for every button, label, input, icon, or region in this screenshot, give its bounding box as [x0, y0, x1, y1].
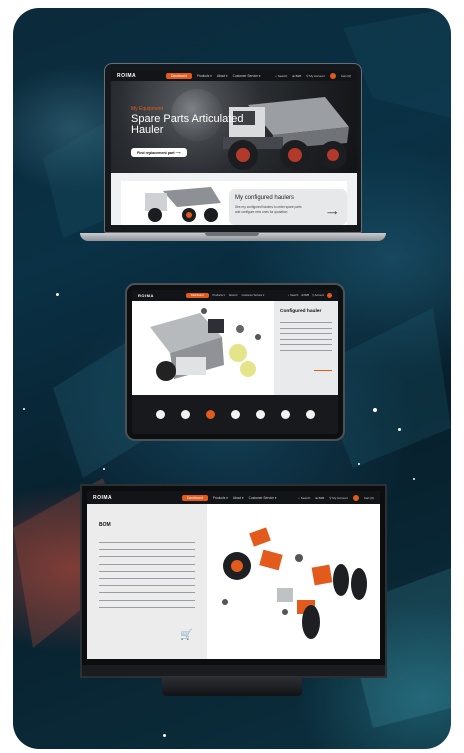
nav-right: ⌕ Search ⊞ B2B ⚲ My Account Cart (0) [298, 494, 374, 501]
configured-text: See my configured haulers to order spare… [235, 205, 302, 214]
cart-icon[interactable]: 🛒 [180, 630, 192, 641]
tablet-screen: ROIMA Dashboard Products ▾ About ▾ Custo… [132, 290, 338, 434]
sparkle [413, 478, 415, 480]
logo[interactable]: ROIMA [117, 73, 136, 79]
divider [99, 606, 195, 608]
nav-b2b[interactable]: ⊞ B2B [315, 496, 324, 500]
sparkle [163, 734, 166, 737]
nav-customer-service[interactable]: Customer Service ▾ [242, 294, 265, 297]
sparkle [56, 293, 59, 296]
nav-customer-service[interactable]: Customer Service ▾ [233, 74, 261, 78]
laptop-screen: ROIMA Dashboard Products ▾ About ▾ Custo… [111, 70, 357, 225]
configured-card[interactable]: My configured haulers See my configured … [121, 181, 347, 225]
laptop-navbar: ROIMA Dashboard Products ▾ About ▾ Custo… [111, 70, 357, 81]
divider [99, 585, 195, 586]
nav-products[interactable]: Products ▾ [213, 294, 225, 297]
divider [99, 549, 195, 550]
divider [280, 349, 332, 351]
pager [132, 395, 338, 434]
configured-section: My configured haulers See my configured … [111, 173, 357, 225]
tablet: ROIMA Dashboard Products ▾ About ▾ Custo… [125, 283, 345, 441]
nav-right: ⌕ Search ⊞ B2B ⚲ Account [288, 293, 332, 298]
monitor-navbar: ROIMA Dashboard Products ▾ About ▾ Custo… [87, 491, 380, 504]
monitor-stand [162, 678, 302, 696]
pager-dot[interactable] [255, 410, 265, 419]
main-nav: Dashboard Products ▾ About ▾ Customer Se… [182, 494, 277, 501]
nav-products[interactable]: Products ▾ [213, 496, 228, 500]
sparkle [398, 428, 401, 431]
logo[interactable]: ROIMA [138, 293, 154, 298]
arrow-right-icon[interactable] [314, 370, 332, 371]
monitor-screen: ROIMA Dashboard Products ▾ About ▾ Custo… [87, 491, 380, 659]
divider [99, 570, 195, 572]
nav-right: ⌕ Search ⊞ B2B ⚲ My Account Cart (0) [275, 72, 351, 79]
nav-about[interactable]: About ▾ [217, 74, 228, 78]
bom-title: BOM [99, 522, 111, 528]
sparkle [373, 408, 377, 412]
nav-dashboard[interactable]: Dashboard [182, 494, 208, 501]
nav-about[interactable]: About ▾ [233, 496, 244, 500]
exploded-parts-view[interactable] [207, 504, 380, 659]
nav-cart[interactable]: Cart (0) [364, 496, 374, 500]
nav-account[interactable]: ⚲ My Account [329, 496, 348, 500]
laptop-notch [205, 233, 259, 236]
sparkle [358, 463, 360, 465]
pager-dot[interactable] [155, 410, 165, 419]
divider [99, 556, 195, 558]
divider [99, 542, 195, 543]
laptop: ROIMA Dashboard Products ▾ About ▾ Custo… [104, 63, 362, 233]
nav-cart[interactable]: Cart (0) [341, 74, 351, 78]
nav-dashboard[interactable]: Dashboard [185, 293, 209, 298]
pager-dot[interactable] [230, 410, 240, 419]
nav-dashboard[interactable]: Dashboard [166, 72, 192, 79]
nav-products[interactable]: Products ▾ [197, 74, 212, 78]
sparkle [103, 468, 105, 470]
nav-search[interactable]: ⌕ Search [288, 294, 298, 297]
exploded-hauler-image [150, 308, 261, 381]
hero-title: Spare Parts Articulated Hauler [131, 113, 244, 136]
cart-icon[interactable] [329, 72, 336, 79]
configured-panel: My configured haulers See my configured … [229, 189, 347, 225]
bom-panel: BOM 🛒 [87, 504, 207, 659]
main-nav: Dashboard Products ▾ About ▾ Customer Se… [185, 293, 265, 298]
divider [280, 327, 332, 329]
nav-b2b[interactable]: ⊞ B2B [292, 74, 301, 78]
divider [280, 344, 332, 345]
exploded-parts-image [222, 527, 367, 639]
pager-dot-active[interactable] [205, 410, 215, 419]
nav-customer-service[interactable]: Customer Service ▾ [249, 496, 277, 500]
divider [280, 333, 332, 334]
logo[interactable]: ROIMA [93, 495, 112, 501]
nav-b2b[interactable]: ⊞ B2B [301, 294, 309, 297]
configured-title: My configured haulers [235, 195, 295, 201]
hauler-thumbnail-image [145, 187, 221, 222]
pager-dot[interactable] [305, 410, 315, 419]
divider [280, 322, 332, 323]
pager-dot[interactable] [180, 410, 190, 419]
tablet-navbar: ROIMA Dashboard Products ▾ About ▾ Custo… [132, 290, 338, 301]
main-nav: Dashboard Products ▾ About ▾ Customer Se… [166, 72, 261, 79]
nav-account[interactable]: ⚲ Account [312, 294, 324, 297]
sparkle [23, 408, 25, 410]
monitor-chin [82, 665, 385, 676]
divider [99, 563, 195, 565]
configured-hauler-title: Configured hauler [280, 309, 322, 314]
monitor: ROIMA Dashboard Products ▾ About ▾ Custo… [80, 484, 387, 678]
find-replacement-part-button[interactable]: Find replacement part ⟶ [131, 148, 187, 157]
nav-account[interactable]: ⚲ My Account [306, 74, 325, 78]
divider [280, 338, 332, 340]
hero-banner: My Equipment Spare Parts Articulated Hau… [111, 81, 357, 173]
hero-kicker: My Equipment [131, 106, 163, 112]
cart-icon[interactable] [352, 494, 359, 501]
divider [99, 577, 195, 579]
nav-search[interactable]: ⌕ Search [275, 74, 287, 78]
configured-hauler-panel: Configured hauler [274, 301, 338, 395]
divider [99, 592, 195, 593]
arrow-right-icon[interactable]: ⟶ [327, 209, 337, 217]
nav-search[interactable]: ⌕ Search [298, 496, 310, 500]
pager-dot[interactable] [280, 410, 290, 419]
nav-about[interactable]: About ▾ [229, 294, 238, 297]
cart-icon[interactable] [327, 293, 332, 298]
divider [99, 599, 195, 601]
